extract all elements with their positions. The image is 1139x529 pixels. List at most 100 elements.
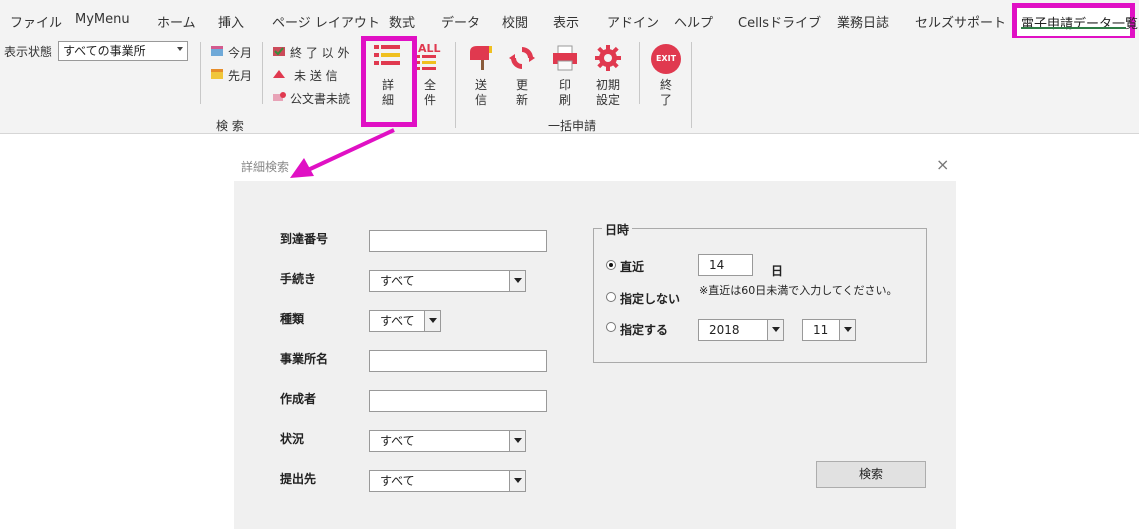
update-label-2: 新 bbox=[515, 93, 528, 107]
update-button[interactable]: 更 新 bbox=[506, 44, 538, 112]
ribbon-separator bbox=[691, 42, 692, 128]
none-label: 指定しない bbox=[620, 292, 681, 306]
exit-badge-icon: EXIT bbox=[651, 44, 681, 74]
tab-data[interactable]: データ bbox=[441, 12, 480, 31]
ribbon-separator bbox=[200, 42, 201, 104]
tab-formulas[interactable]: 数式 bbox=[389, 12, 415, 31]
arrival-no-input[interactable] bbox=[369, 230, 547, 252]
ribbon-panel: 表示状態 すべての事業所 今月 先月 終 了 以 外 未 送 信 公文書未読 詳 bbox=[0, 38, 1139, 134]
gear-icon bbox=[595, 45, 621, 71]
chevron-down-icon bbox=[424, 311, 440, 331]
submit-to-select[interactable]: すべて bbox=[369, 470, 526, 492]
procedure-select[interactable]: すべて bbox=[369, 270, 526, 292]
office-input[interactable] bbox=[369, 350, 547, 372]
calendar-icon bbox=[211, 69, 223, 79]
finished-other-label: 終 了 以 外 bbox=[290, 46, 350, 60]
month-select[interactable]: 11 bbox=[802, 319, 856, 341]
tab-file[interactable]: ファイル bbox=[10, 12, 62, 31]
tab-addins[interactable]: アドイン bbox=[607, 12, 659, 31]
detail-button-highlight bbox=[361, 36, 417, 127]
display-status-label: 表示状態 bbox=[4, 45, 53, 59]
unread-docs-button[interactable]: 公文書未読 bbox=[272, 90, 354, 106]
year-select[interactable]: 2018 bbox=[698, 319, 784, 341]
status-select[interactable]: すべて bbox=[369, 430, 526, 452]
none-radio[interactable] bbox=[606, 292, 616, 302]
chevron-down-icon bbox=[509, 271, 525, 291]
submit-to-label: 提出先 bbox=[280, 472, 317, 486]
ribbon-separator bbox=[262, 42, 263, 104]
mailbox-icon bbox=[470, 46, 492, 70]
this-month-label: 今月 bbox=[228, 46, 253, 60]
ribbon-separator bbox=[639, 42, 640, 104]
tab-cells-drive[interactable]: Cellsドライブ bbox=[738, 12, 821, 31]
recent-days-value: 14 bbox=[709, 258, 725, 272]
day-unit-label: 日 bbox=[771, 264, 784, 278]
tab-e-application-list-label: 電子申請データ一覧 bbox=[1021, 17, 1139, 32]
ribbon-tab-bar: ファイル MyMenu ホーム 挿入 ページ レイアウト 数式 データ 校閲 表… bbox=[0, 0, 1139, 38]
this-month-button[interactable]: 今月 bbox=[210, 44, 255, 60]
author-input[interactable] bbox=[369, 390, 547, 412]
tab-review[interactable]: 校閲 bbox=[502, 12, 528, 31]
last-month-label: 先月 bbox=[228, 69, 253, 83]
active-tab-underline bbox=[1021, 27, 1126, 29]
display-status-select[interactable]: すべての事業所 bbox=[58, 41, 188, 61]
submit-to-value: すべて bbox=[380, 474, 415, 488]
recent-days-input[interactable]: 14 bbox=[698, 254, 753, 276]
unsent-icon bbox=[273, 70, 285, 78]
chevron-down-icon bbox=[509, 431, 525, 451]
finished-other-button[interactable]: 終 了 以 外 bbox=[272, 44, 354, 60]
search-button[interactable]: 検索 bbox=[816, 461, 926, 488]
unsent-button[interactable]: 未 送 信 bbox=[272, 67, 354, 83]
tab-insert[interactable]: 挿入 bbox=[218, 12, 244, 31]
month-value: 11 bbox=[813, 323, 829, 337]
all-label-1: 全 bbox=[423, 78, 436, 92]
settings-label-1: 初期 bbox=[595, 78, 620, 92]
recent-label: 直近 bbox=[620, 260, 645, 274]
tab-help[interactable]: ヘルプ bbox=[674, 12, 713, 31]
search-group-label: 検 索 bbox=[216, 119, 244, 133]
initial-settings-button[interactable]: 初期 設定 bbox=[590, 44, 626, 112]
office-label: 事業所名 bbox=[280, 352, 329, 366]
datetime-group-title: 日時 bbox=[602, 221, 633, 238]
print-label-1: 印 bbox=[558, 78, 571, 92]
tab-mymenu[interactable]: MyMenu bbox=[75, 12, 130, 27]
type-value: すべて bbox=[380, 314, 415, 328]
refresh-icon bbox=[509, 47, 535, 69]
dialog-close-button[interactable]: × bbox=[936, 155, 949, 174]
author-label: 作成者 bbox=[280, 392, 317, 406]
all-records-button[interactable]: ALL 全 件 bbox=[414, 42, 446, 112]
tab-home[interactable]: ホーム bbox=[157, 12, 196, 31]
type-select[interactable]: すべて bbox=[369, 310, 441, 332]
exit-label-1: 終 bbox=[659, 78, 672, 92]
all-badge: ALL bbox=[418, 42, 441, 55]
print-button[interactable]: 印 刷 bbox=[549, 44, 581, 112]
chevron-down-icon bbox=[509, 471, 525, 491]
last-month-button[interactable]: 先月 bbox=[210, 67, 255, 83]
status-label: 状況 bbox=[280, 432, 305, 446]
year-value: 2018 bbox=[709, 323, 740, 337]
tab-work-diary[interactable]: 業務日誌 bbox=[837, 12, 889, 31]
exit-label-2: 了 bbox=[659, 93, 672, 107]
tab-page-layout[interactable]: ページ レイアウト bbox=[272, 12, 380, 31]
all-label-2: 件 bbox=[423, 93, 436, 107]
tab-cells-support[interactable]: セルズサポート bbox=[915, 12, 1006, 31]
send-button[interactable]: 送 信 bbox=[465, 44, 497, 112]
specify-radio[interactable] bbox=[606, 322, 616, 332]
folder-check-icon bbox=[273, 47, 285, 56]
chevron-down-icon bbox=[177, 47, 183, 51]
display-status-value: すべての事業所 bbox=[63, 44, 146, 58]
all-list-icon bbox=[416, 55, 436, 70]
tab-e-application-list[interactable]: 電子申請データ一覧 bbox=[1012, 3, 1139, 41]
tab-view[interactable]: 表示 bbox=[553, 12, 579, 31]
callout-arrow bbox=[290, 128, 395, 178]
send-label-2: 信 bbox=[474, 93, 487, 107]
recent-radio[interactable] bbox=[606, 260, 616, 270]
settings-label-2: 設定 bbox=[595, 93, 620, 107]
calendar-icon bbox=[211, 46, 223, 56]
ribbon-separator bbox=[455, 42, 456, 128]
exit-button[interactable]: EXIT 終 了 bbox=[650, 44, 682, 112]
recent-note: ※直近は60日未満で入力してください。 bbox=[699, 284, 898, 297]
procedure-label: 手続き bbox=[280, 272, 317, 286]
procedure-value: すべて bbox=[380, 274, 415, 288]
unread-docs-label: 公文書未読 bbox=[290, 92, 351, 106]
